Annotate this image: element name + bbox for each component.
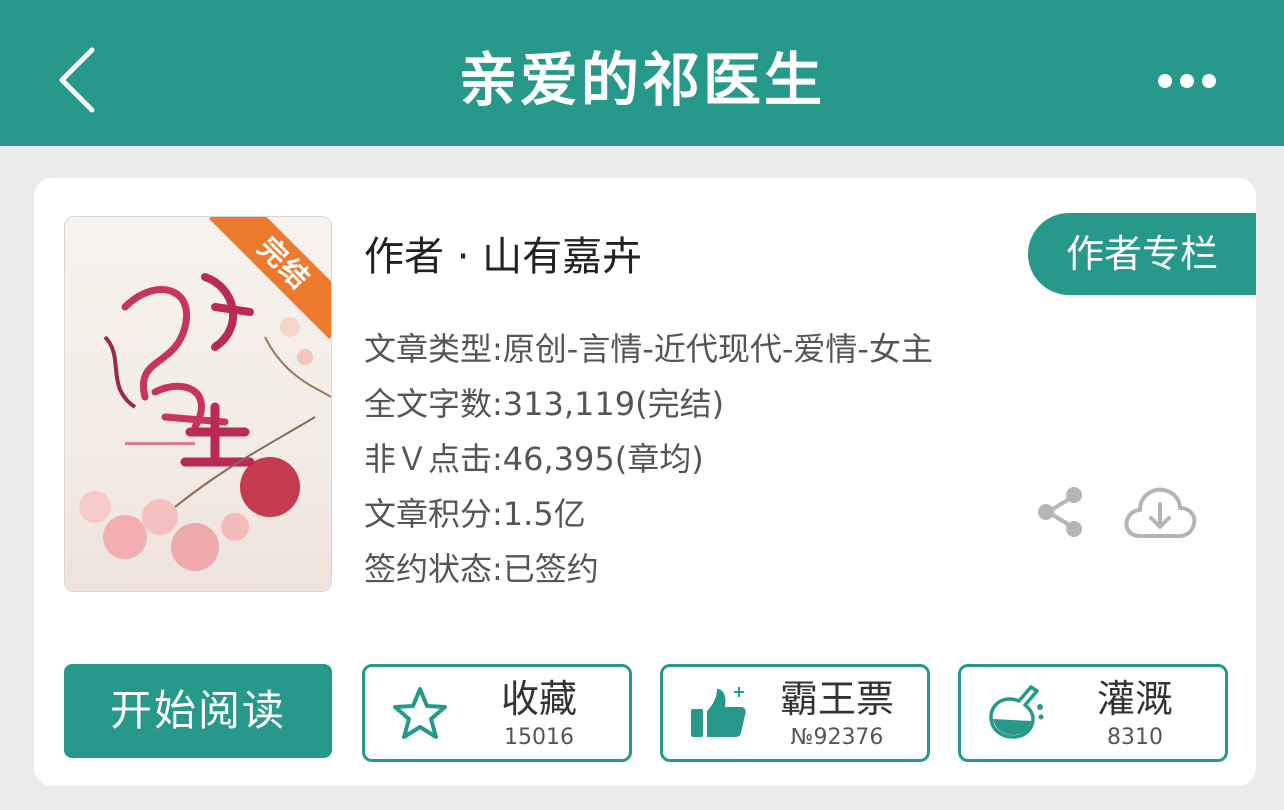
irrigate-button[interactable]: 灌溉 8310 [958,664,1228,762]
more-dots-icon [1158,74,1216,88]
download-button[interactable] [1122,484,1198,542]
share-button[interactable] [1036,484,1084,540]
meta-genre: 文章类型:原创-言情-近代现代-爱情-女主 [364,330,933,368]
meta-clicks: 非Ｖ点击:46,395(章均) [364,440,704,478]
irrigate-label: 灌溉 [1096,677,1173,721]
thumbs-up-icon [691,687,746,737]
overlord-ticket-button[interactable]: 霸王票 №92376 [660,664,930,762]
cloud-download-icon [1124,487,1197,538]
flask-icon [989,685,1044,739]
favorite-button[interactable]: 收藏 15016 [362,664,632,762]
favorite-count: 15016 [504,725,574,750]
overlord-ticket-count: №92376 [790,725,884,750]
favorite-label: 收藏 [500,677,577,721]
meta-score: 文章积分:1.5亿 [364,495,586,533]
book-cover[interactable]: 完结 [64,216,332,592]
irrigate-count: 8310 [1107,725,1163,750]
meta-word-count: 全文字数:313,119(完结) [364,385,725,423]
star-outline-icon [393,687,447,739]
top-navigation-bar: 亲爱的祁医生 [0,0,1284,146]
share-icon [1038,487,1082,537]
meta-sign-status: 签约状态:已签约 [364,550,599,588]
overlord-ticket-label: 霸王票 [779,677,894,721]
more-options-button[interactable] [1156,66,1218,96]
start-reading-button[interactable]: 开始阅读 [64,664,332,758]
page-title: 亲爱的祁医生 [458,46,825,114]
author-name[interactable]: 作者 · 山有嘉卉 [364,230,642,284]
book-meta-list: 文章类型:原创-言情-近代现代-爱情-女主 全文字数:313,119(完结) 非… [364,324,933,599]
author-column-button[interactable]: 作者专栏 [1028,213,1256,295]
book-info-card: 完结 作者 · 山有嘉卉 作者专栏 文章类型:原创-言情-近代现代-爱情-女主 … [34,178,1256,786]
